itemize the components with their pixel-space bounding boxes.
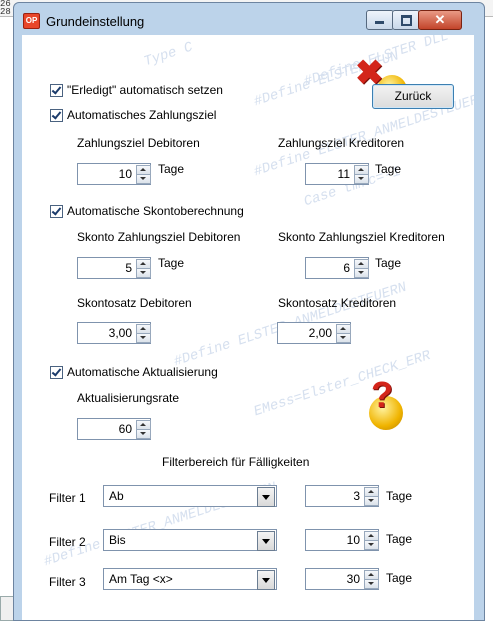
stepper-down-icon[interactable]: [336, 333, 351, 343]
discount-term-creditors-value: 6: [343, 261, 350, 275]
stepper-down-icon[interactable]: [354, 268, 369, 278]
discount-rate-debtors-value: 3,00: [108, 326, 132, 340]
filter-2-value: Bis: [109, 533, 126, 547]
stepper-down-icon[interactable]: [364, 496, 379, 506]
debtors-terms-unit: Tage: [158, 162, 185, 176]
back-button-label: Zurück: [394, 89, 432, 103]
filter-1-select[interactable]: Ab: [103, 485, 277, 507]
back-button[interactable]: Zurück: [372, 84, 454, 109]
discount-term-debtors-unit: Tage: [158, 256, 185, 270]
auto-done-checkbox[interactable]: [50, 84, 63, 97]
auto-payment-terms-checkbox[interactable]: [50, 109, 63, 122]
discount-term-debtors-label: Skonto Zahlungsziel Debitoren: [77, 230, 241, 244]
minimize-button[interactable]: [366, 10, 394, 30]
filter-3-unit: Tage: [386, 571, 413, 585]
filter-3-value: Am Tag <x>: [109, 572, 173, 586]
auto-discount-checkbox[interactable]: [50, 205, 63, 218]
filter-2-select[interactable]: Bis: [103, 529, 277, 551]
stepper-down-icon[interactable]: [364, 540, 379, 550]
debtors-terms-stepper[interactable]: 10: [77, 163, 151, 185]
filter-1-days-stepper[interactable]: 3: [305, 485, 379, 507]
watermark-text: Type C: [142, 39, 195, 71]
filter-3-label: Filter 3: [49, 575, 86, 589]
filter-2-days-stepper[interactable]: 10: [305, 529, 379, 551]
filter-1-value: Ab: [109, 489, 124, 503]
background-row-number: 28: [0, 7, 11, 17]
close-button[interactable]: ✕: [418, 10, 462, 30]
stepper-down-icon[interactable]: [136, 268, 151, 278]
filter-3-select[interactable]: Am Tag <x>: [103, 568, 277, 590]
update-rate-label: Aktualisierungsrate: [77, 391, 180, 405]
debtors-terms-label: Zahlungsziel Debitoren: [77, 136, 200, 150]
watermark-text: EMess=Elster_CHECK_ERR: [252, 347, 433, 421]
filter-heading: Filterbereich für Fälligkeiten: [162, 455, 310, 469]
stepper-down-icon[interactable]: [364, 579, 379, 589]
stepper-down-icon[interactable]: [136, 333, 151, 343]
chevron-down-icon[interactable]: [257, 487, 275, 507]
stepper-down-icon[interactable]: [136, 429, 151, 439]
chevron-down-icon[interactable]: [257, 531, 275, 551]
filter-2-label: Filter 2: [49, 535, 86, 549]
settings-panel: #Define ELSTER_FUN #Define ELSTER DLL #D…: [22, 35, 474, 620]
debtors-terms-value: 10: [118, 167, 132, 181]
filter-3-days-stepper[interactable]: 30: [305, 568, 379, 590]
filter-3-days-value: 30: [346, 572, 360, 586]
filter-1-days-value: 3: [353, 489, 360, 503]
settings-window: OP Grundeinstellung ✕ #Define ELSTER_FUN…: [13, 2, 485, 621]
auto-update-label: Automatische Aktualisierung: [67, 365, 218, 379]
stepper-down-icon[interactable]: [136, 174, 151, 184]
auto-discount-label: Automatische Skontoberechnung: [67, 204, 244, 218]
chevron-down-icon[interactable]: [257, 570, 275, 590]
auto-update-checkbox[interactable]: [50, 366, 63, 379]
discount-rate-debtors-label: Skontosatz Debitoren: [77, 296, 192, 310]
close-icon: ✕: [434, 12, 446, 27]
update-rate-value: 60: [118, 422, 132, 436]
update-rate-stepper[interactable]: 60: [77, 418, 151, 440]
creditors-terms-value: 11: [337, 167, 350, 181]
creditors-terms-stepper[interactable]: 11: [305, 163, 369, 185]
discount-term-creditors-label: Skonto Zahlungsziel Kreditoren: [278, 230, 445, 244]
help-question-icon[interactable]: ?: [371, 377, 393, 413]
window-title: Grundeinstellung: [46, 14, 145, 29]
filter-1-unit: Tage: [386, 489, 413, 503]
discount-term-debtors-stepper[interactable]: 5: [77, 257, 151, 279]
stepper-down-icon[interactable]: [354, 174, 369, 184]
filter-1-label: Filter 1: [49, 491, 86, 505]
discount-term-debtors-value: 5: [125, 261, 132, 275]
auto-done-label: "Erledigt" automatisch setzen: [67, 83, 223, 97]
app-icon: OP: [23, 13, 40, 29]
maximize-button[interactable]: [392, 10, 420, 30]
discount-rate-creditors-label: Skontosatz Kreditoren: [278, 296, 397, 310]
discount-rate-creditors-value: 2,00: [308, 326, 332, 340]
discount-term-creditors-stepper[interactable]: 6: [305, 257, 369, 279]
discount-term-creditors-unit: Tage: [375, 256, 402, 270]
filter-2-days-value: 10: [346, 533, 360, 547]
title-bar[interactable]: OP Grundeinstellung ✕: [14, 3, 484, 35]
discount-rate-creditors-stepper[interactable]: 2,00: [277, 322, 351, 344]
filter-2-unit: Tage: [386, 532, 413, 546]
discount-rate-debtors-stepper[interactable]: 3,00: [77, 322, 151, 344]
auto-payment-terms-label: Automatisches Zahlungsziel: [67, 108, 217, 122]
creditors-terms-label: Zahlungsziel Kreditoren: [278, 136, 405, 150]
creditors-terms-unit: Tage: [375, 162, 402, 176]
